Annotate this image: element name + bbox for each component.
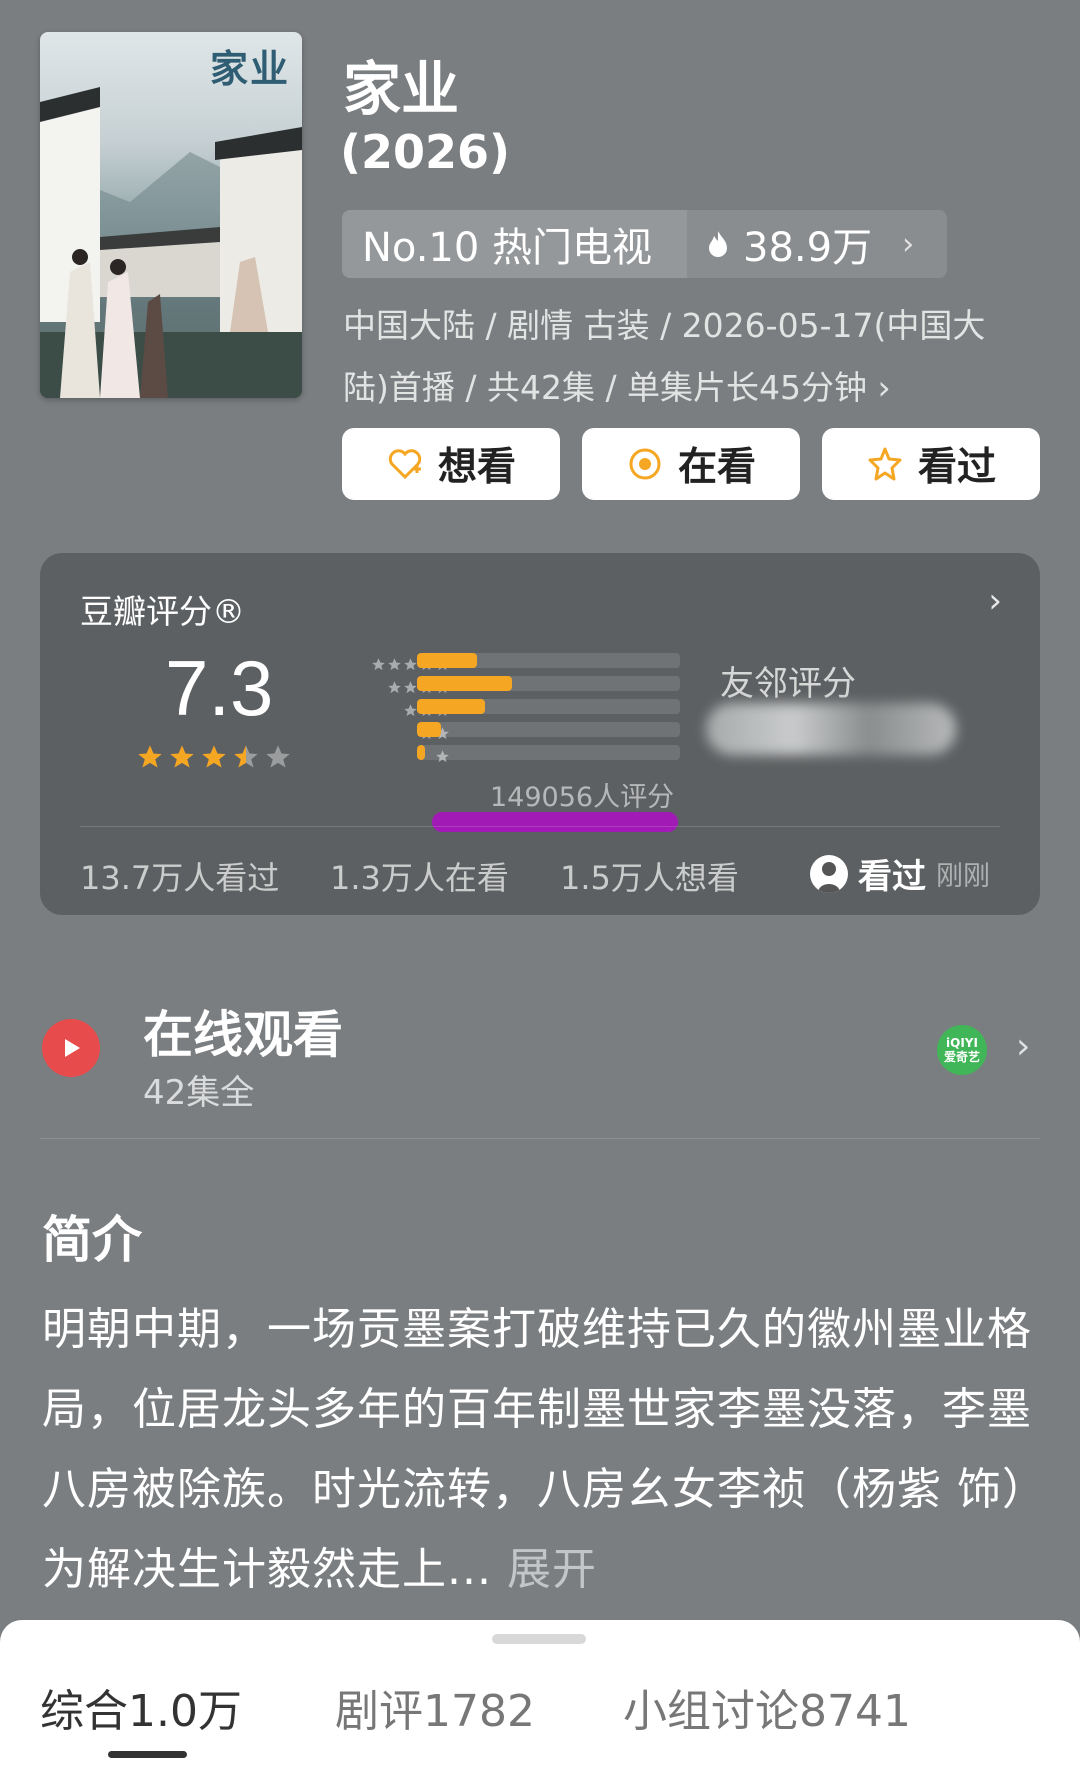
watching-count[interactable]: 1.3万人在看 bbox=[330, 853, 509, 899]
distribution-bar bbox=[417, 653, 680, 668]
want-to-watch-button[interactable]: 想看 bbox=[342, 428, 560, 500]
expand-link[interactable]: 展开 bbox=[507, 1544, 597, 1595]
star-icon bbox=[234, 745, 258, 768]
star-icon bbox=[388, 681, 401, 694]
rating-count: 149056人评分 bbox=[490, 782, 675, 813]
tab-reviews-label: 剧评 bbox=[335, 1686, 423, 1737]
play-icon bbox=[65, 1039, 80, 1057]
tab-overall-count: 1.0万 bbox=[128, 1686, 242, 1737]
star-icon bbox=[372, 658, 385, 671]
rating-card[interactable]: 豆瓣评分® › 7.3 149056人评分 友邻评分 13.7万人看过 1.3万… bbox=[40, 553, 1040, 915]
my-status[interactable]: 看过 刚刚 bbox=[810, 849, 990, 898]
rating-distribution-bars bbox=[417, 653, 680, 768]
intro-text: 明朝中期，一场贡墨案打破维持已久的徽州墨业格局，位居龙头多年的百年制墨世家李墨没… bbox=[42, 1290, 1047, 1610]
watching-button[interactable]: 在看 bbox=[582, 428, 800, 500]
my-status-time: 刚刚 bbox=[936, 861, 990, 892]
star-outline-icon bbox=[868, 447, 902, 481]
target-icon bbox=[629, 448, 661, 480]
poster-image[interactable]: 家业 bbox=[40, 32, 302, 398]
iqiyi-icon[interactable]: iQIYI 爱奇艺 bbox=[937, 1025, 987, 1075]
divider bbox=[80, 826, 1000, 827]
provider-label-cn: 爱奇艺 bbox=[943, 1050, 980, 1064]
distribution-bar-fill bbox=[417, 722, 441, 737]
avatar bbox=[810, 854, 848, 893]
star-icon bbox=[404, 704, 417, 717]
meta-info[interactable]: 中国大陆 / 剧情 古装 / 2026-05-17(中国大 陆)首播 / 共42… bbox=[343, 295, 1043, 419]
distribution-bar-fill bbox=[417, 653, 478, 668]
divider bbox=[40, 1138, 1040, 1139]
distribution-bar-fill bbox=[417, 699, 486, 714]
active-tab-indicator bbox=[108, 1751, 187, 1758]
meta-line-2: 陆)首播 / 共42集 / 单集片长45分钟 › bbox=[343, 368, 891, 407]
distribution-bar bbox=[417, 676, 680, 691]
tab-group-discussion[interactable]: 小组讨论8741 bbox=[623, 1675, 911, 1739]
distribution-bar-fill bbox=[417, 745, 425, 760]
watched-label: 看过 bbox=[917, 445, 996, 490]
rank-badge[interactable]: No.10 热门电视 38.9万 › bbox=[342, 210, 947, 278]
meta-line-1: 中国大陆 / 剧情 古装 / 2026-05-17(中国大 bbox=[343, 306, 986, 345]
episode-count: 42集全 bbox=[143, 1073, 255, 1113]
tab-overall[interactable]: 综合1.0万 bbox=[40, 1675, 242, 1739]
heat-value-group: 38.9万 › bbox=[687, 210, 947, 278]
rank-label: No.10 热门电视 bbox=[342, 210, 687, 278]
rating-stars bbox=[136, 743, 292, 771]
online-watch-title[interactable]: 在线观看 bbox=[143, 995, 343, 1067]
star-icon bbox=[138, 745, 162, 768]
tab-reviews[interactable]: 剧评1782 bbox=[335, 1675, 535, 1739]
star-icon bbox=[404, 681, 417, 694]
release-year: (2026) bbox=[340, 125, 511, 179]
rating-label: 豆瓣评分® bbox=[80, 592, 245, 631]
rating-score: 7.3 bbox=[165, 644, 274, 732]
friend-rating-label: 友邻评分 bbox=[720, 664, 856, 704]
chevron-right-icon: › bbox=[902, 226, 915, 262]
want-to-watch-label: 想看 bbox=[437, 445, 516, 490]
heat-value: 38.9万 bbox=[743, 225, 873, 271]
distribution-bar bbox=[417, 699, 680, 714]
provider-label-en: iQIYI bbox=[946, 1036, 978, 1050]
page-title: 家业 bbox=[343, 55, 460, 123]
chevron-right-icon[interactable]: › bbox=[988, 581, 1002, 621]
star-icon bbox=[388, 658, 401, 671]
star-icon bbox=[202, 745, 226, 768]
tab-reviews-count: 1782 bbox=[423, 1686, 535, 1737]
tab-group-label: 小组讨论 bbox=[623, 1686, 799, 1737]
bottom-sheet[interactable]: 综合1.0万 剧评1782 小组讨论8741 bbox=[0, 1620, 1080, 1765]
distribution-bar-fill bbox=[417, 676, 512, 691]
highlight-mark bbox=[432, 812, 678, 832]
watched-count[interactable]: 13.7万人看过 bbox=[80, 853, 279, 899]
flame-icon bbox=[709, 231, 727, 257]
friend-rating-blurred bbox=[706, 703, 956, 755]
distribution-bar bbox=[417, 722, 680, 737]
play-button[interactable] bbox=[42, 1019, 100, 1077]
star-icon bbox=[266, 745, 290, 768]
drag-handle[interactable] bbox=[492, 1634, 586, 1644]
tab-group-count: 8741 bbox=[799, 1686, 911, 1737]
heart-plus-icon bbox=[388, 449, 422, 480]
star-icon bbox=[170, 745, 194, 768]
want-count[interactable]: 1.5万人想看 bbox=[560, 853, 739, 899]
watching-label: 在看 bbox=[677, 445, 756, 490]
my-status-label: 看过 bbox=[858, 857, 926, 897]
poster-title: 家业 bbox=[209, 46, 290, 91]
intro-heading: 简介 bbox=[42, 1211, 142, 1269]
distribution-bar bbox=[417, 745, 680, 760]
star-icon bbox=[404, 658, 417, 671]
tab-overall-label: 综合 bbox=[40, 1686, 128, 1737]
chevron-right-icon[interactable]: › bbox=[1016, 1026, 1030, 1067]
watched-button[interactable]: 看过 bbox=[822, 428, 1040, 500]
